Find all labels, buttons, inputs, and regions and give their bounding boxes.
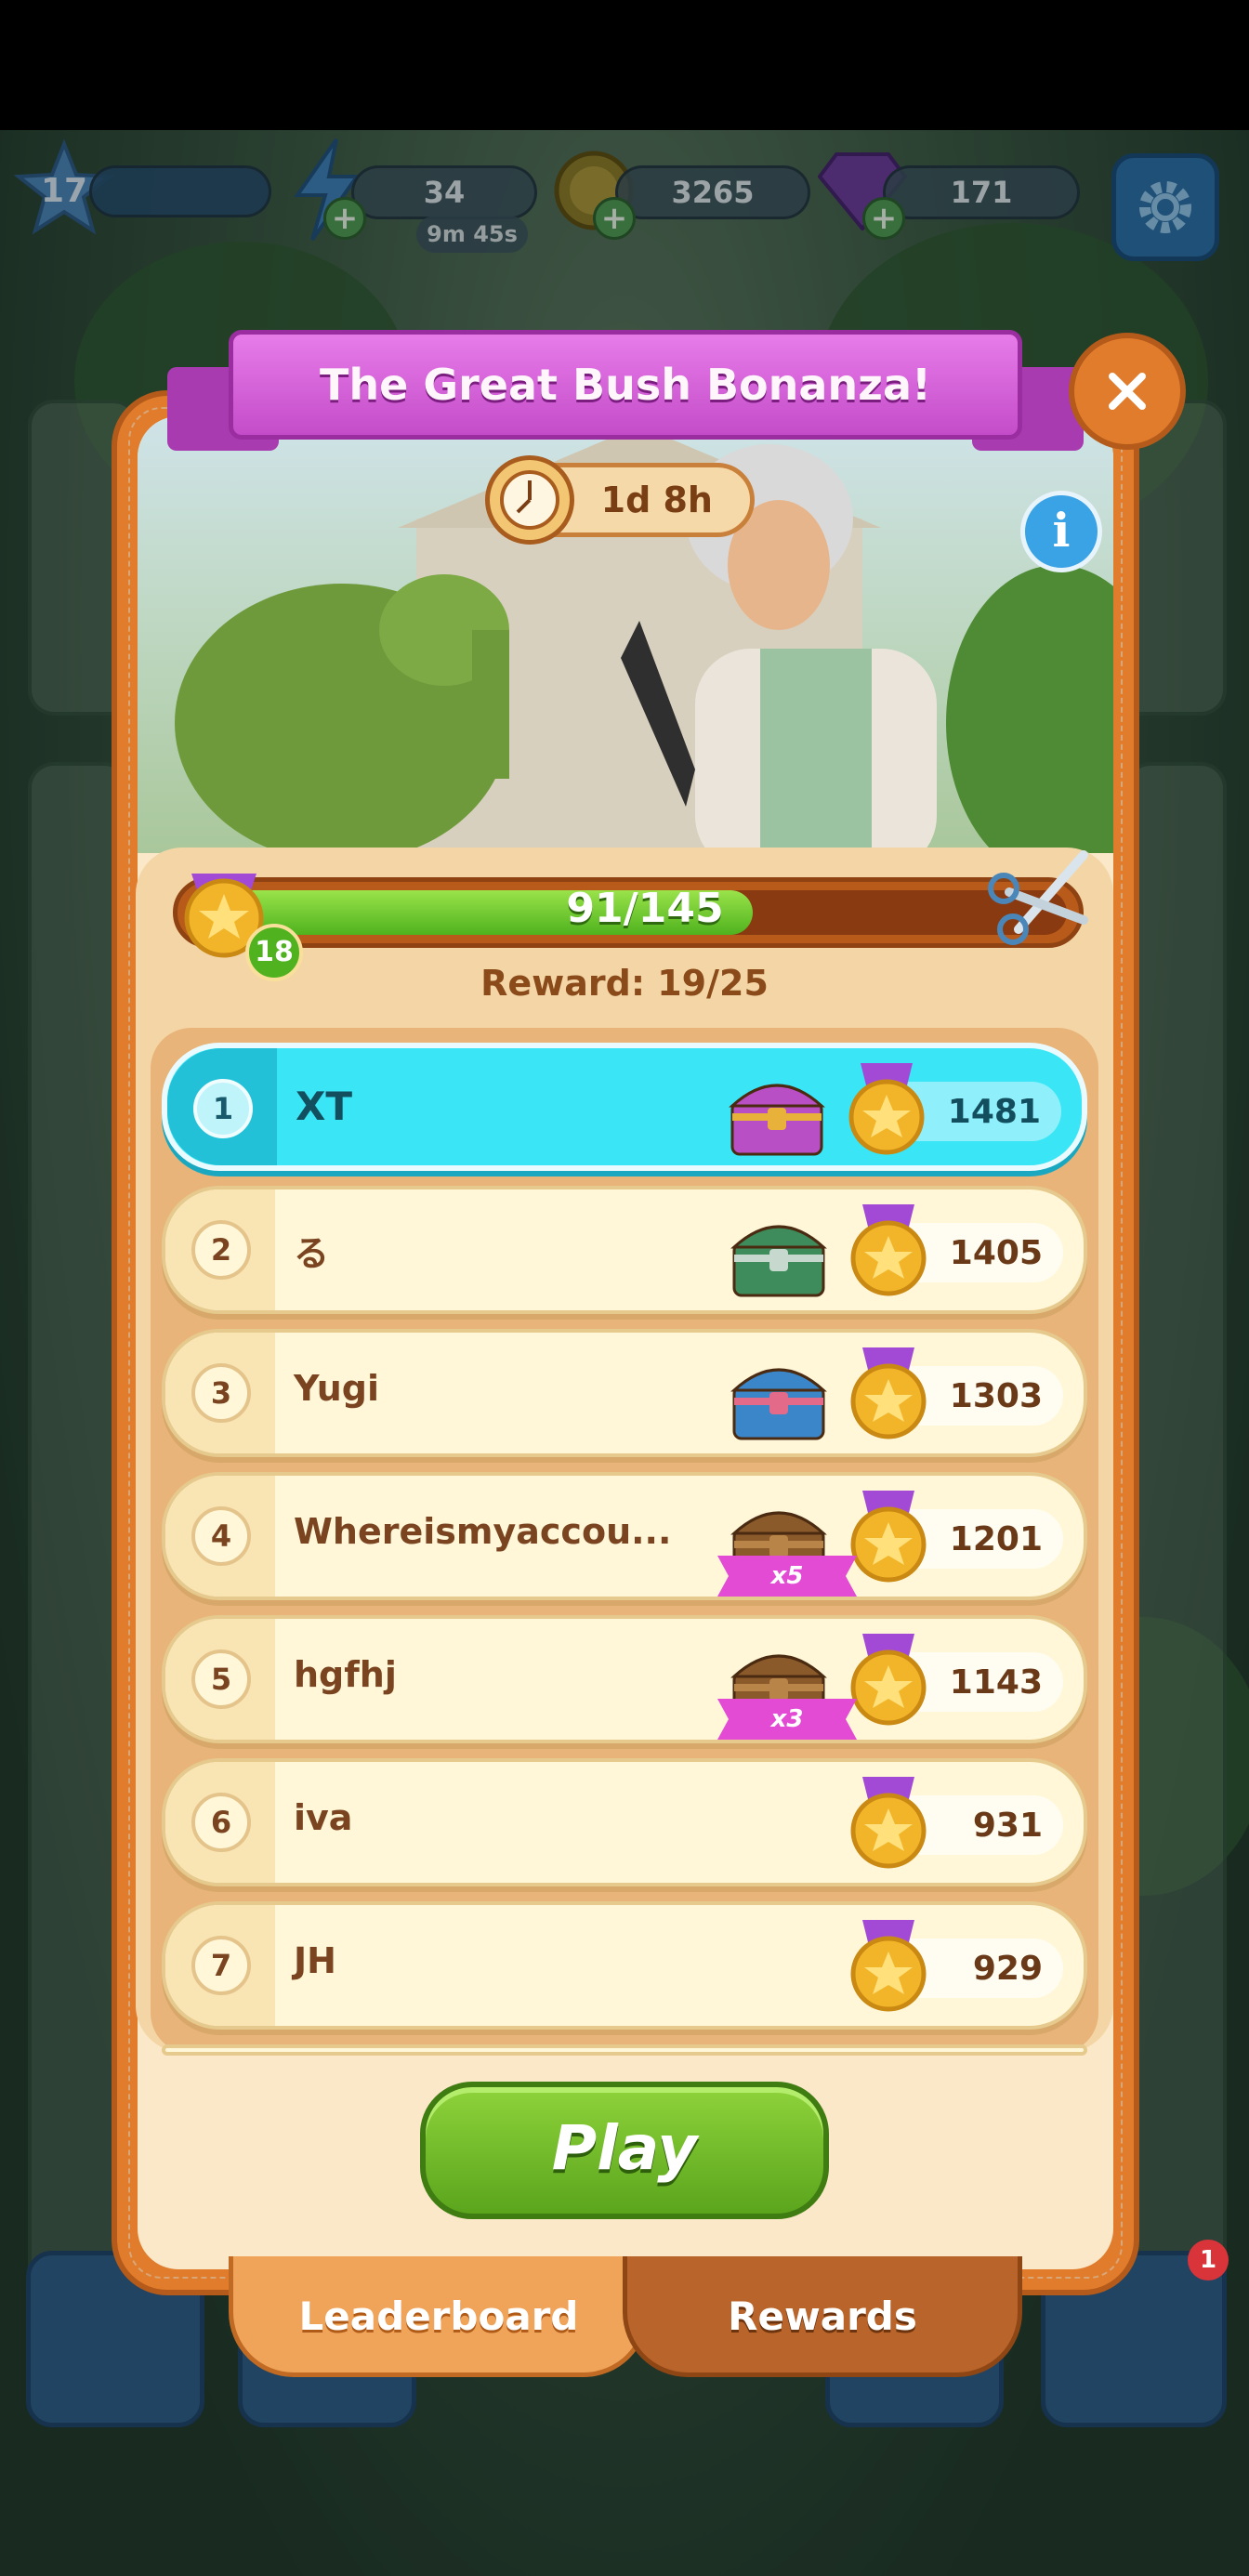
- close-icon: [1109, 373, 1146, 410]
- rank-number: 1: [193, 1079, 253, 1138]
- star-medal-icon: [831, 1056, 942, 1167]
- rank-number: 2: [191, 1220, 251, 1280]
- rank-number: 5: [191, 1649, 251, 1709]
- progress-text: 91/145: [566, 885, 724, 932]
- player-name: JH: [294, 1940, 336, 1981]
- reward-multiplier: x3: [717, 1699, 857, 1740]
- info-button[interactable]: i: [1020, 491, 1102, 572]
- star-medal-icon: [833, 1626, 944, 1738]
- scissors-icon: [981, 836, 1102, 957]
- leaderboard-row[interactable]: 7 JH 929: [162, 1901, 1087, 2030]
- close-button[interactable]: [1069, 333, 1186, 450]
- star-medal-icon: [833, 1912, 944, 2024]
- rank-number: 4: [191, 1506, 251, 1566]
- clock-icon: [485, 455, 574, 545]
- purple-chest-icon[interactable]: [723, 1061, 831, 1163]
- player-name: hgfhj: [294, 1654, 397, 1695]
- player-name: iva: [294, 1797, 353, 1838]
- leaderboard-row: [162, 2044, 1087, 2056]
- tab-rewards[interactable]: Rewards: [623, 2256, 1022, 2377]
- player-name: Whereismyaccou...: [294, 1511, 672, 1552]
- reward-progress-text: Reward: 19/25: [480, 963, 769, 1004]
- rank-number: 7: [191, 1936, 251, 1995]
- blue-chest-icon[interactable]: [725, 1346, 833, 1448]
- reward-multiplier: x5: [717, 1556, 857, 1597]
- leaderboard-row[interactable]: 6 iva 931: [162, 1758, 1087, 1886]
- popup-title: The Great Bush Bonanza!: [229, 330, 1022, 440]
- rank-number: 6: [191, 1793, 251, 1852]
- star-medal-icon: [833, 1197, 944, 1308]
- tab-leaderboard[interactable]: Leaderboard: [229, 2256, 649, 2377]
- star-medal-icon: [833, 1340, 944, 1452]
- star-medal-icon: [833, 1483, 944, 1595]
- title-ribbon: The Great Bush Bonanza!: [167, 330, 1084, 451]
- star-medal-icon: [833, 1769, 944, 1881]
- leaderboard-row[interactable]: 2 る 1405: [162, 1186, 1087, 1314]
- green-chest-icon[interactable]: [725, 1203, 833, 1305]
- player-name: Yugi: [294, 1368, 380, 1409]
- leaderboard-row[interactable]: 3 Yugi 1303: [162, 1329, 1087, 1457]
- leaderboard-row[interactable]: 1 XT 1481: [162, 1043, 1087, 1171]
- player-name: る: [294, 1233, 330, 1274]
- leaderboard-row[interactable]: 5 hgfhj 1143 x3: [162, 1615, 1087, 1743]
- rank-number: 3: [191, 1363, 251, 1423]
- play-button[interactable]: Play: [420, 2082, 829, 2219]
- notification-badge: 1: [1188, 2240, 1229, 2280]
- status-bar-area: [0, 0, 1249, 130]
- player-name: XT: [296, 1084, 353, 1129]
- leaderboard-row[interactable]: 4 Whereismyaccou... 1201 x5: [162, 1472, 1087, 1600]
